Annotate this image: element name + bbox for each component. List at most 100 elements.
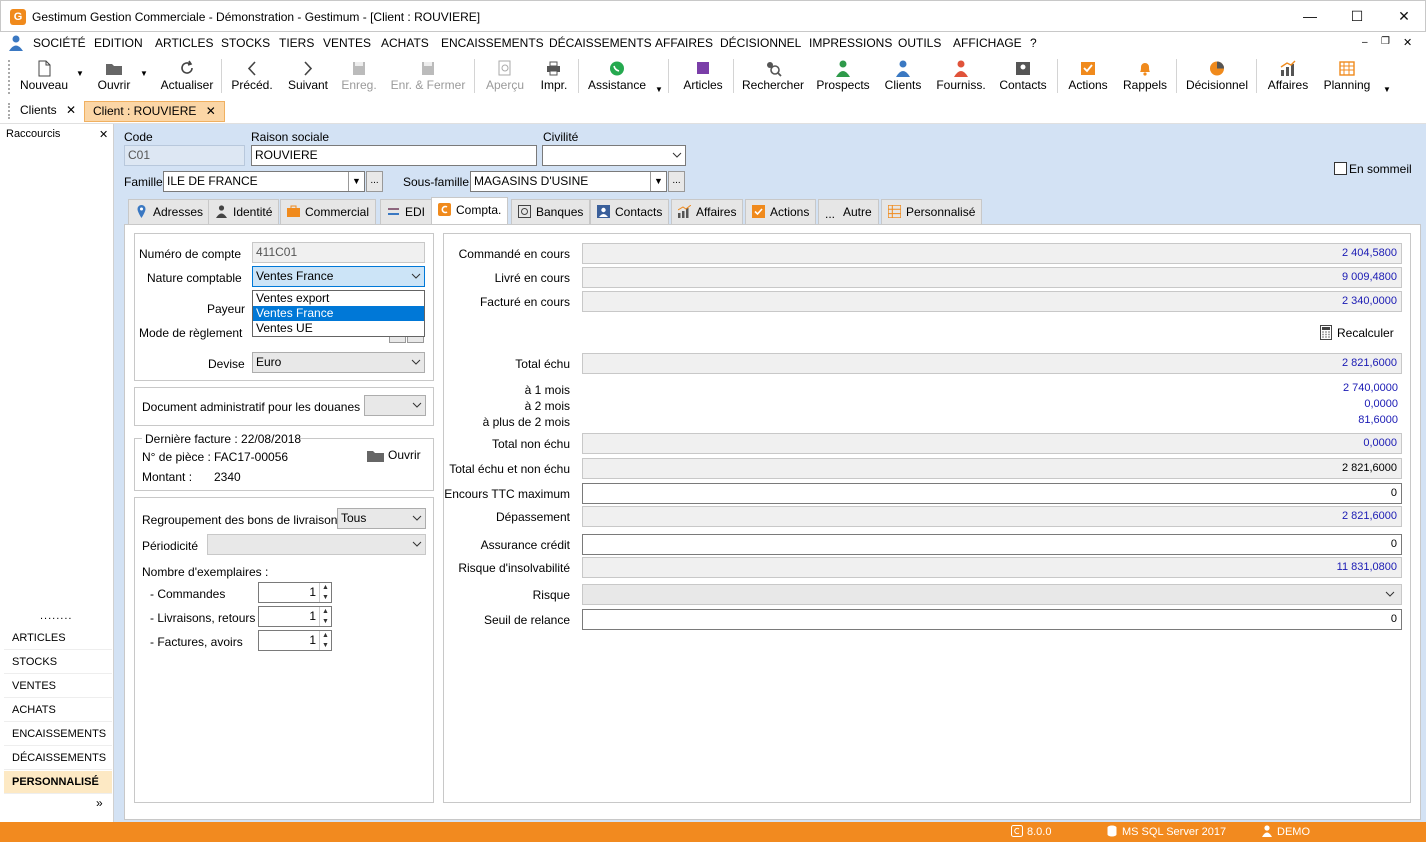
close-icon[interactable]: ✕ bbox=[99, 128, 108, 141]
menu-decisionnel[interactable]: DÉCISIONNEL bbox=[720, 36, 801, 50]
menu-articles[interactable]: ARTICLES bbox=[155, 36, 213, 50]
minimize-button[interactable]: — bbox=[1287, 1, 1333, 32]
menu-tiers[interactable]: TIERS bbox=[279, 36, 314, 50]
recalculer-button[interactable]: Recalculer bbox=[1320, 325, 1394, 340]
famille-lookup-button[interactable]: ... bbox=[366, 171, 383, 192]
nav-articles[interactable]: ARTICLES bbox=[4, 627, 112, 650]
stepper-arrows-icon[interactable]: ▲ ▼ bbox=[319, 583, 331, 602]
tab-contacts[interactable]: Contacts bbox=[590, 199, 670, 224]
risque-select[interactable] bbox=[582, 584, 1402, 605]
tab-autre[interactable]: ... Autre bbox=[818, 199, 879, 224]
ouvrir-facture-button[interactable]: Ouvrir bbox=[367, 448, 421, 462]
actualiser-button[interactable]: Actualiser bbox=[158, 56, 216, 98]
tab-adresses[interactable]: Adresses bbox=[128, 199, 211, 224]
panel-splitter[interactable]: ........ bbox=[40, 610, 72, 622]
mdi-minimize-button[interactable]: – bbox=[1362, 37, 1368, 48]
assurance-credit-input[interactable]: 0 bbox=[582, 534, 1402, 555]
livraisons-stepper[interactable]: 1 ▲ ▼ bbox=[258, 606, 332, 627]
contacts-button[interactable]: Contacts bbox=[996, 56, 1050, 98]
nature-option-ventes-ue[interactable]: Ventes UE bbox=[253, 321, 424, 336]
devise-select[interactable]: Euro bbox=[252, 352, 425, 373]
menu-encaissements[interactable]: ENCAISSEMENTS bbox=[441, 36, 544, 50]
nature-option-ventes-export[interactable]: Ventes export bbox=[253, 291, 424, 306]
preced-button[interactable]: Précéd. bbox=[228, 56, 276, 98]
code-field[interactable]: C01 bbox=[124, 145, 245, 166]
en-sommeil-checkbox[interactable] bbox=[1334, 162, 1347, 175]
nav-achats[interactable]: ACHATS bbox=[4, 699, 112, 722]
articles-button[interactable]: Articles bbox=[680, 56, 726, 98]
impr-button[interactable]: Impr. bbox=[536, 56, 572, 98]
nav-ventes[interactable]: VENTES bbox=[4, 675, 112, 698]
nature-option-ventes-france[interactable]: Ventes France bbox=[253, 306, 424, 321]
menu-ventes[interactable]: VENTES bbox=[323, 36, 371, 50]
menu-stocks[interactable]: STOCKS bbox=[221, 36, 270, 50]
nav-personnalise[interactable]: PERSONNALISÉ bbox=[4, 771, 112, 794]
tab-actions[interactable]: Actions bbox=[745, 199, 817, 224]
menu-societe[interactable]: SOCIÉTÉ bbox=[33, 36, 86, 50]
fourniss-button[interactable]: Fourniss. bbox=[934, 56, 988, 98]
famille-select[interactable]: ILE DE FRANCE ▼ bbox=[163, 171, 365, 192]
stepper-arrows-icon[interactable]: ▲ ▼ bbox=[319, 607, 331, 626]
doctab-client-rouviere[interactable]: Client : ROUVIERE ✕ bbox=[84, 101, 225, 122]
tab-identite[interactable]: Identité bbox=[208, 199, 280, 224]
more-chevron-icon[interactable]: » bbox=[96, 796, 103, 810]
numero-compte-field[interactable]: 411C01 bbox=[252, 242, 425, 263]
tab-edi[interactable]: EDI bbox=[380, 199, 433, 224]
nav-encaissements[interactable]: ENCAISSEMENTS bbox=[4, 723, 112, 746]
assistance-button[interactable]: Assistance bbox=[586, 56, 648, 98]
actions-button[interactable]: Actions bbox=[1064, 56, 1112, 98]
enreg-button[interactable]: Enreg. bbox=[338, 56, 380, 98]
reglement-dropdown-arrow[interactable] bbox=[389, 337, 406, 343]
sous-famille-dropdown-arrow-icon[interactable]: ▼ bbox=[650, 172, 666, 191]
ouvrir-button[interactable]: Ouvrir bbox=[94, 56, 134, 98]
rappels-button[interactable]: Rappels bbox=[1120, 56, 1170, 98]
menu-achats[interactable]: ACHATS bbox=[381, 36, 429, 50]
maximize-button[interactable]: ☐ bbox=[1334, 1, 1380, 32]
toolbar-grip[interactable] bbox=[8, 60, 10, 94]
enr-fermer-button[interactable]: Enr. & Fermer bbox=[388, 56, 468, 98]
douanes-select[interactable] bbox=[364, 395, 426, 416]
stepper-arrows-icon[interactable]: ▲ ▼ bbox=[319, 631, 331, 650]
nav-decaissements[interactable]: DÉCAISSEMENTS bbox=[4, 747, 112, 770]
decisionnel-button[interactable]: Décisionnel bbox=[1184, 56, 1250, 98]
close-icon[interactable]: ✕ bbox=[206, 104, 216, 118]
toolbar-overflow2-icon[interactable]: ▼ bbox=[1383, 85, 1391, 94]
menu-decaissements[interactable]: DÉCAISSEMENTS bbox=[549, 36, 652, 50]
tabs-grip[interactable] bbox=[8, 103, 10, 119]
tab-banques[interactable]: Banques bbox=[511, 199, 591, 224]
tab-compta[interactable]: Compta. bbox=[431, 197, 509, 224]
planning-button[interactable]: Planning bbox=[1320, 56, 1374, 98]
affaires-button[interactable]: Affaires bbox=[1264, 56, 1312, 98]
prospects-button[interactable]: Prospects bbox=[814, 56, 872, 98]
civilite-select[interactable] bbox=[542, 145, 686, 166]
regroupement-select[interactable]: Tous bbox=[337, 508, 426, 529]
menu-help[interactable]: ? bbox=[1030, 36, 1037, 50]
tab-personnalise[interactable]: Personnalisé bbox=[881, 199, 983, 224]
menu-affichage[interactable]: AFFICHAGE bbox=[953, 36, 1022, 50]
ouvrir-dropdown-icon[interactable]: ▼ bbox=[140, 69, 148, 78]
menu-affaires[interactable]: AFFAIRES bbox=[655, 36, 713, 50]
seuil-relance-input[interactable]: 0 bbox=[582, 609, 1402, 630]
toolbar-overflow-icon[interactable]: ▼ bbox=[655, 85, 663, 94]
tab-affaires[interactable]: Affaires bbox=[671, 199, 744, 224]
reglement-lookup-button[interactable] bbox=[407, 337, 424, 343]
nouveau-button[interactable]: Nouveau bbox=[16, 56, 72, 98]
menu-outils[interactable]: OUTILS bbox=[898, 36, 941, 50]
encours-max-input[interactable]: 0 bbox=[582, 483, 1402, 504]
tab-commercial[interactable]: Commercial bbox=[280, 199, 377, 224]
nav-stocks[interactable]: STOCKS bbox=[4, 651, 112, 674]
doctab-clients[interactable]: Clients ✕ bbox=[12, 101, 84, 122]
sous-famille-lookup-button[interactable]: ... bbox=[668, 171, 685, 192]
clients-button[interactable]: Clients bbox=[880, 56, 926, 98]
apercu-button[interactable]: Aperçu bbox=[482, 56, 528, 98]
famille-dropdown-arrow-icon[interactable]: ▼ bbox=[348, 172, 364, 191]
commandes-stepper[interactable]: 1 ▲ ▼ bbox=[258, 582, 332, 603]
rechercher-button[interactable]: Rechercher bbox=[740, 56, 806, 98]
raison-sociale-field[interactable]: ROUVIERE bbox=[251, 145, 537, 166]
factures-stepper[interactable]: 1 ▲ ▼ bbox=[258, 630, 332, 651]
menu-edition[interactable]: EDITION bbox=[94, 36, 143, 50]
close-button[interactable]: ✕ bbox=[1381, 1, 1426, 32]
suivant-button[interactable]: Suivant bbox=[284, 56, 332, 98]
menu-impressions[interactable]: IMPRESSIONS bbox=[809, 36, 892, 50]
nouveau-dropdown-icon[interactable]: ▼ bbox=[76, 69, 84, 78]
